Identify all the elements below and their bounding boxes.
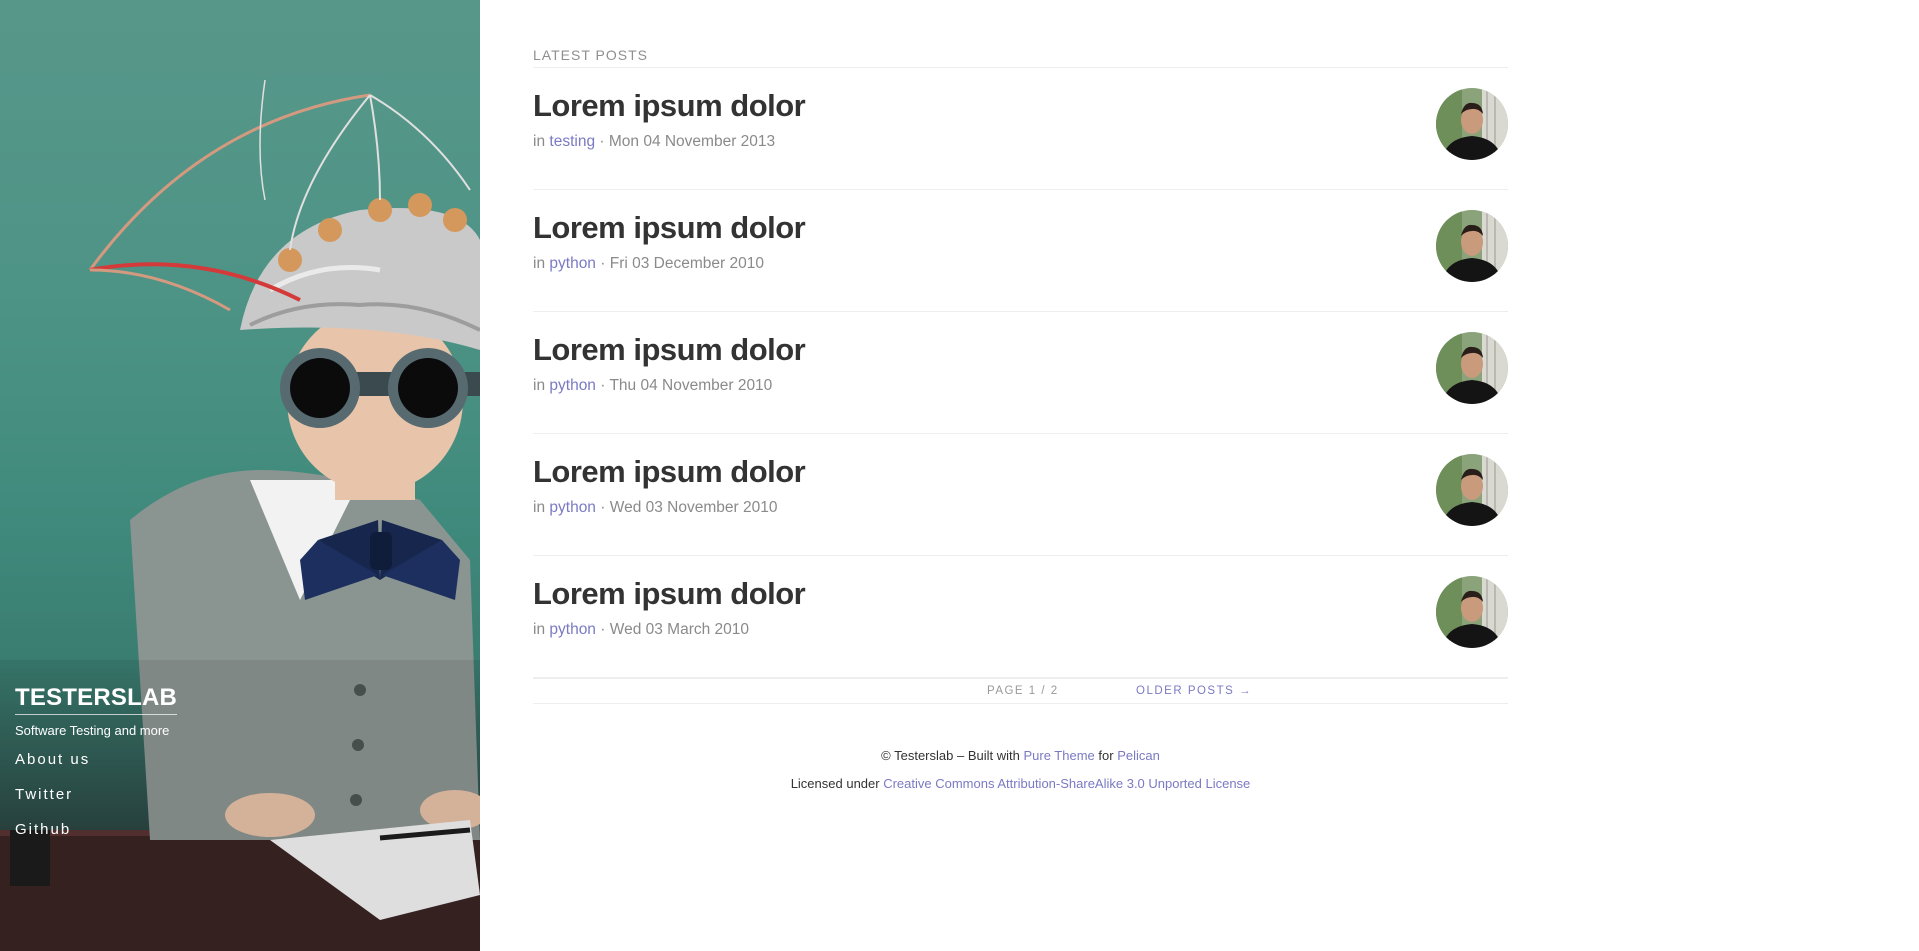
pelican-link[interactable]: Pelican <box>1117 748 1160 763</box>
post-category-link[interactable]: python <box>549 377 596 394</box>
post-category-link[interactable]: testing <box>549 133 595 150</box>
post-date: Wed 03 November 2010 <box>609 499 778 516</box>
post-date: Thu 04 November 2010 <box>609 377 773 394</box>
author-avatar-icon <box>1436 88 1508 160</box>
post-category-link[interactable]: python <box>549 255 596 272</box>
section-heading: LATEST POSTS <box>533 47 1508 68</box>
pagination: PAGE 1 / 2 OLDER POSTS → <box>533 678 1508 704</box>
post-item: Lorem ipsum dolor in python · Wed 03 Nov… <box>533 434 1508 556</box>
post-category-link[interactable]: python <box>549 499 596 516</box>
post-title-link[interactable]: Lorem ipsum dolor <box>533 576 806 612</box>
post-meta-separator: · <box>599 133 605 150</box>
author-avatar-icon <box>1436 454 1508 526</box>
nav-item-github: Github <box>15 817 90 852</box>
post-title-link[interactable]: Lorem ipsum dolor <box>533 210 806 246</box>
post-meta-prefix: in <box>533 499 546 516</box>
pure-theme-link[interactable]: Pure Theme <box>1023 748 1094 763</box>
post-meta-separator: · <box>600 377 606 394</box>
nav-link-about-us[interactable]: About us <box>15 747 90 782</box>
post-category-link[interactable]: python <box>549 621 596 638</box>
post-meta-prefix: in <box>533 377 546 394</box>
author-avatar-icon <box>1436 576 1508 648</box>
post-meta: in python · Fri 03 December 2010 <box>533 255 764 273</box>
main-content: LATEST POSTS Lorem ipsum dolor in testin… <box>533 0 1508 798</box>
post-meta-prefix: in <box>533 621 546 638</box>
post-date: Wed 03 March 2010 <box>609 621 750 638</box>
nav-link-twitter[interactable]: Twitter <box>15 782 90 817</box>
post-title-link[interactable]: Lorem ipsum dolor <box>533 454 806 490</box>
nav-item-twitter: Twitter <box>15 782 90 817</box>
nav-item-about: About us <box>15 747 90 782</box>
post-meta: in python · Wed 03 November 2010 <box>533 499 777 517</box>
page-indicator: PAGE 1 / 2 <box>987 685 1059 697</box>
post-meta-separator: · <box>600 499 606 516</box>
post-item: Lorem ipsum dolor in python · Thu 04 Nov… <box>533 312 1508 434</box>
brand: TESTERSLAB Software Testing and more <box>15 684 178 738</box>
post-meta-prefix: in <box>533 255 546 272</box>
site-title-link[interactable]: TESTERSLAB <box>15 684 178 715</box>
post-item: Lorem ipsum dolor in python · Fri 03 Dec… <box>533 190 1508 312</box>
post-title-link[interactable]: Lorem ipsum dolor <box>533 88 806 124</box>
post-meta: in python · Thu 04 November 2010 <box>533 377 772 395</box>
license-link[interactable]: Creative Commons Attribution-ShareAlike … <box>883 776 1250 791</box>
post-meta-separator: · <box>600 255 606 272</box>
site-tagline: Software Testing and more <box>15 723 170 738</box>
footer-licensed-under: Licensed under <box>790 776 880 791</box>
footer-line-license: Licensed under Creative Commons Attribut… <box>533 770 1508 798</box>
post-meta-prefix: in <box>533 133 546 150</box>
post-meta: in testing · Mon 04 November 2013 <box>533 133 775 151</box>
post-meta-separator: · <box>600 621 606 638</box>
footer-copyright: © Testerslab – Built with <box>881 748 1020 763</box>
post-date: Fri 03 December 2010 <box>609 255 764 272</box>
footer: © Testerslab – Built with Pure Theme for… <box>533 742 1508 798</box>
post-date: Mon 04 November 2013 <box>608 133 776 150</box>
footer-for-text: for <box>1098 748 1114 763</box>
nav-link-github[interactable]: Github <box>15 817 90 852</box>
post-item: Lorem ipsum dolor in testing · Mon 04 No… <box>533 68 1508 190</box>
author-avatar-icon <box>1436 332 1508 404</box>
post-meta: in python · Wed 03 March 2010 <box>533 621 749 639</box>
post-item: Lorem ipsum dolor in python · Wed 03 Mar… <box>533 556 1508 678</box>
older-posts-link[interactable]: OLDER POSTS → <box>1136 685 1252 697</box>
author-avatar-icon <box>1436 210 1508 282</box>
footer-line-built-with: © Testerslab – Built with Pure Theme for… <box>533 742 1508 770</box>
sidebar-nav: About us Twitter Github <box>15 747 90 852</box>
post-title-link[interactable]: Lorem ipsum dolor <box>533 332 806 368</box>
sidebar: TESTERSLAB Software Testing and more Abo… <box>0 0 480 951</box>
